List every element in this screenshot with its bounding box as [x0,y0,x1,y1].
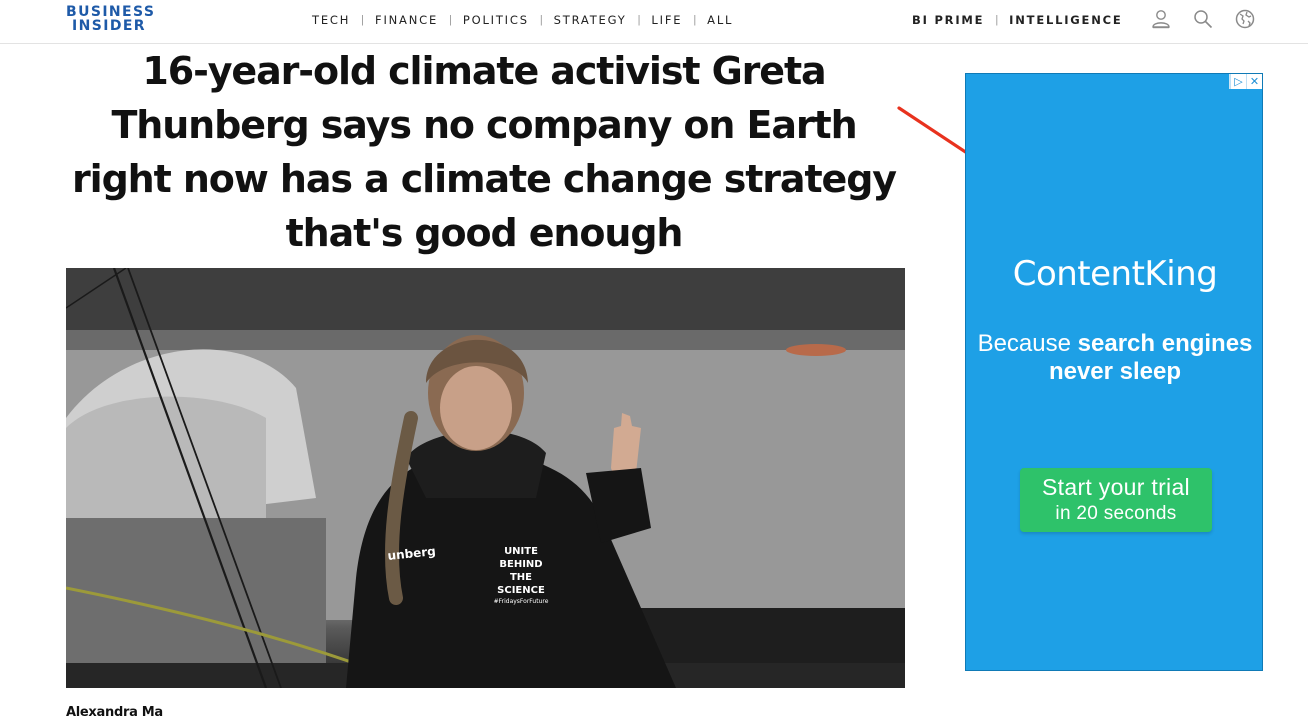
ad-choices: ▷ ✕ [1229,74,1262,89]
nav-separator: | [637,14,641,26]
premium-nav: BI PRIME | INTELLIGENCE [912,13,1123,27]
nav-separator: | [693,14,697,26]
contentking-ad[interactable]: ▷ ✕ ContentKing Because search engines n… [965,73,1263,671]
nav-separator: | [449,14,452,26]
user-icon[interactable] [1150,8,1172,30]
search-icon[interactable] [1192,8,1214,30]
logo-line-1: BUSINESS [66,4,156,20]
ad-choices-icon[interactable]: ▷ [1230,74,1246,89]
nav-separator: | [361,14,365,26]
section-nav: TECH | FINANCE | POLITICS | STRATEGY | L… [312,13,733,27]
nav-item-bi-prime[interactable]: BI PRIME [912,13,984,27]
nav-item-politics[interactable]: POLITICS [463,13,529,27]
nav-separator: | [995,14,999,26]
nav-item-finance[interactable]: FINANCE [375,13,438,27]
shirt-text-line: BEHIND [499,559,542,570]
business-insider-logo[interactable]: BUSINESS INSIDER [66,5,158,33]
nav-item-intelligence[interactable]: INTELLIGENCE [1009,13,1122,27]
article-headline: 16-year-old climate activist Greta Thunb… [72,49,897,255]
shirt-text-line: SCIENCE [497,585,545,596]
logo-line-2: INSIDER [72,18,146,34]
nav-item-strategy[interactable]: STRATEGY [554,13,627,27]
nav-item-all[interactable]: ALL [707,13,733,27]
shirt-hashtag: #FridaysForFuture [494,598,549,605]
globe-icon[interactable] [1234,8,1256,30]
header-icons [1150,8,1256,30]
cta-line-2: in 20 seconds [1055,503,1177,524]
article-hero-image: unberg UNITE BEHIND THE SCIENCE #Fridays… [66,268,905,688]
close-icon[interactable]: ✕ [1246,74,1262,89]
ad-tagline-bold: search engines never sleep [1048,330,1253,385]
start-trial-button[interactable]: Start your trial in 20 seconds [1020,468,1212,532]
author-byline[interactable]: Alexandra Ma [66,705,163,720]
ad-tagline: Because search engines never sleep [966,330,1264,386]
cta-line-1: Start your trial [1042,474,1190,500]
ad-tagline-pre: Because [977,330,1078,357]
nav-item-tech[interactable]: TECH [312,13,350,27]
nav-item-life[interactable]: LIFE [651,13,682,27]
shirt-text-line: THE [510,572,532,583]
shirt-text-line: UNITE [504,546,538,557]
ad-brand-name: ContentKing [1012,254,1218,294]
top-navigation-bar: BUSINESS INSIDER TECH | FINANCE | POLITI… [0,0,1308,44]
nav-separator: | [539,14,543,26]
